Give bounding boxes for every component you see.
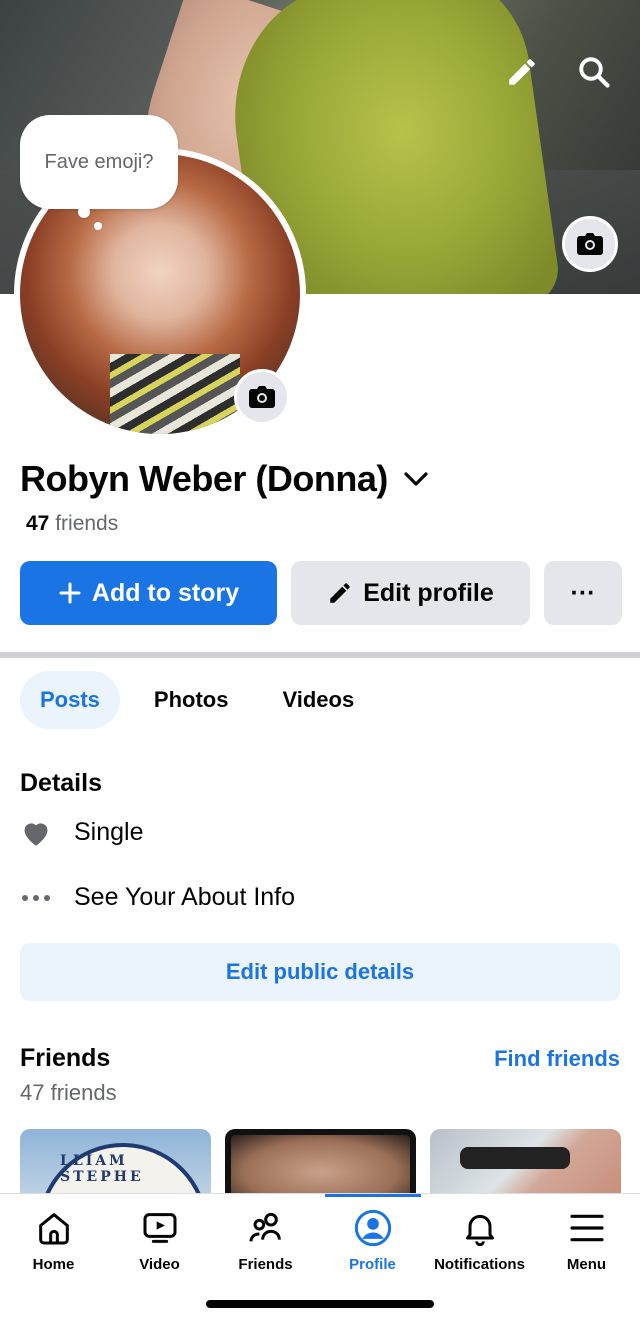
nav-profile[interactable]: Profile: [319, 1208, 426, 1273]
pencil-icon: [330, 583, 350, 603]
menu-icon: [569, 1214, 604, 1242]
section-divider: [0, 652, 640, 658]
avatar-camera-button[interactable]: [234, 369, 290, 425]
relationship-row: Single: [20, 818, 144, 847]
bubble-dot: [78, 206, 90, 218]
bubble-dot: [94, 222, 102, 230]
nav-menu[interactable]: Menu: [533, 1208, 640, 1273]
bubble-prompt-text: Fave emoji?: [44, 150, 154, 173]
friends-icon: [249, 1212, 281, 1242]
relationship-status: Single: [74, 818, 144, 846]
friends-count: 47: [26, 512, 50, 535]
add-to-story-label: Add to story: [91, 578, 240, 607]
more-icon: ···: [570, 578, 596, 607]
tab-videos[interactable]: Videos: [262, 671, 374, 729]
nav-notifications-label: Notifications: [434, 1256, 525, 1273]
profile-name: Robyn Weber (Donna): [20, 458, 388, 499]
nav-home-label: Home: [32, 1256, 75, 1273]
friends-section-count: 47 friends: [20, 1080, 117, 1105]
seal-text: LLIAM STEPHE: [60, 1153, 144, 1185]
edit-pencil-icon[interactable]: [500, 50, 544, 94]
nav-friends-label: Friends: [238, 1256, 293, 1273]
home-icon: [38, 1213, 69, 1245]
about-info-row[interactable]: See Your About Info: [20, 883, 295, 912]
friends-count-line[interactable]: 47 friends: [26, 512, 118, 536]
cover-camera-button[interactable]: [562, 216, 618, 272]
active-tab-indicator: [325, 1194, 421, 1197]
more-options-button[interactable]: ···: [544, 561, 622, 625]
edit-profile-button[interactable]: Edit profile: [291, 561, 530, 625]
about-info-link: See Your About Info: [74, 883, 296, 911]
profile-icon: [354, 1209, 391, 1247]
home-indicator: [206, 1300, 434, 1308]
find-friends-link[interactable]: Find friends: [494, 1046, 620, 1072]
nav-video[interactable]: Video: [106, 1208, 213, 1273]
nav-profile-label: Profile: [349, 1256, 396, 1273]
bell-icon: [465, 1214, 494, 1247]
friends-title: Friends: [20, 1044, 111, 1072]
details-title: Details: [20, 769, 102, 797]
nav-video-label: Video: [139, 1256, 180, 1273]
nav-home[interactable]: Home: [0, 1208, 107, 1273]
video-icon: [143, 1213, 176, 1243]
profile-actions: Add to story Edit profile ···: [20, 561, 622, 625]
plus-icon: [59, 582, 81, 604]
nav-friends[interactable]: Friends: [212, 1208, 319, 1273]
camera-icon: [249, 386, 275, 408]
tab-photos[interactable]: Photos: [134, 671, 249, 729]
profile-name-row[interactable]: Robyn Weber (Donna): [20, 458, 430, 500]
edit-public-details-button[interactable]: Edit public details: [20, 943, 620, 1001]
edit-public-details-label: Edit public details: [225, 959, 415, 984]
camera-icon: [577, 233, 603, 255]
ellipsis-icon: [20, 894, 52, 902]
search-icon[interactable]: [572, 50, 616, 94]
profile-tabs: Posts Photos Videos: [20, 671, 374, 729]
chevron-down-icon[interactable]: [402, 469, 430, 489]
tab-posts[interactable]: Posts: [20, 671, 120, 729]
fave-emoji-bubble[interactable]: Fave emoji?: [20, 115, 178, 209]
nav-menu-label: Menu: [566, 1256, 607, 1273]
friends-label: friends: [55, 512, 119, 535]
sunglasses-shape: [460, 1147, 570, 1169]
heart-icon: [20, 819, 52, 847]
nav-notifications[interactable]: Notifications: [426, 1208, 533, 1273]
edit-profile-label: Edit profile: [363, 578, 494, 607]
add-to-story-button[interactable]: Add to story: [20, 561, 277, 625]
avatar-shirt: [110, 354, 240, 434]
